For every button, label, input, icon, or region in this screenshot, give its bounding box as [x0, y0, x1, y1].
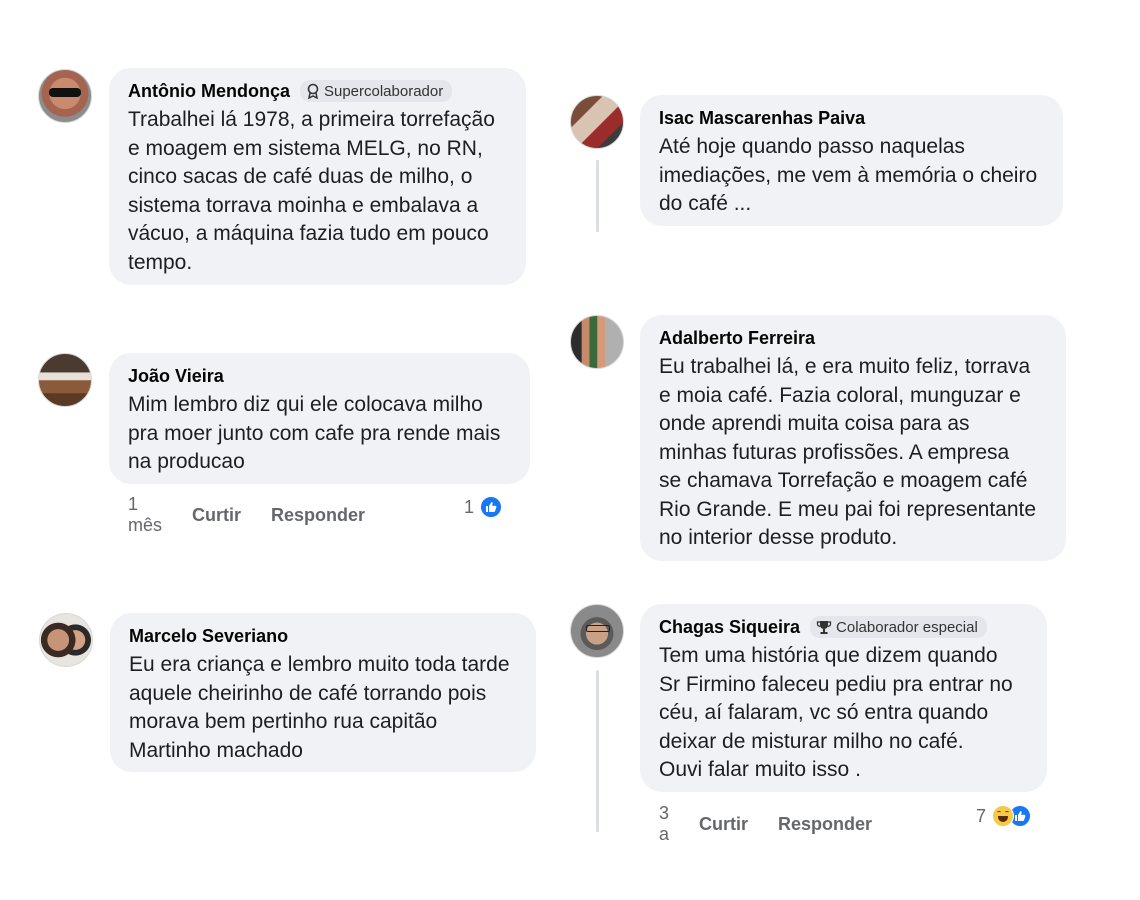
comment-bubble: Chagas Siqueira Colaborador especial Tem… [640, 604, 1047, 792]
like-icon [480, 496, 503, 518]
comment-bubble: Adalberto Ferreira Eu trabalhei lá, e er… [640, 315, 1066, 561]
comment-actions: 1 mês Curtir Responder [128, 494, 365, 536]
thread-line [596, 160, 599, 232]
badge-label: Supercolaborador [323, 82, 444, 100]
comment-timestamp[interactable]: 3 a [659, 803, 669, 845]
reaction-count: 7 [976, 805, 987, 826]
contributor-badge: Supercolaborador [299, 80, 453, 102]
comment-bubble: João Vieira Mim lembro diz qui ele coloc… [109, 353, 530, 484]
avatar[interactable] [38, 353, 92, 407]
comment-actions: 3 a Curtir Responder [659, 803, 872, 845]
reaction-summary[interactable]: 1 [464, 496, 503, 518]
award-icon [306, 83, 320, 99]
comment-author[interactable]: Chagas Siqueira [659, 617, 800, 638]
comment-text: Eu era criança e lembro muito toda tarde… [129, 653, 510, 762]
comment-bubble: Marcelo Severiano Eu era criança e lembr… [110, 613, 536, 772]
comment-author[interactable]: João Vieira [128, 366, 224, 387]
comment-bubble: Antônio Mendonça Supercolaborador Trabal… [109, 68, 526, 285]
reaction-count: 1 [464, 496, 475, 517]
comment-author[interactable]: Adalberto Ferreira [659, 328, 815, 349]
contributor-badge: Colaborador especial [810, 616, 987, 638]
avatar[interactable] [570, 604, 624, 658]
comment-text: Até hoje quando passo naquelas imediaçõe… [659, 135, 1038, 215]
like-button[interactable]: Curtir [699, 814, 748, 835]
reply-button[interactable]: Responder [271, 505, 365, 526]
comment-author[interactable]: Isac Mascarenhas Paiva [659, 108, 865, 129]
comment-bubble: Isac Mascarenhas Paiva Até hoje quando p… [640, 95, 1063, 226]
haha-icon [992, 805, 1015, 827]
comment-author[interactable]: Marcelo Severiano [129, 626, 288, 647]
thread-line [596, 670, 599, 832]
comment-text: Mim lembro diz qui ele colocava milho pr… [128, 393, 501, 473]
badge-label: Colaborador especial [836, 618, 978, 636]
avatar[interactable] [570, 315, 624, 369]
like-button[interactable]: Curtir [192, 505, 241, 526]
avatar[interactable] [39, 613, 93, 667]
comment-text: Eu trabalhei lá, e era muito feliz, torr… [659, 355, 1037, 549]
reply-button[interactable]: Responder [778, 814, 872, 835]
avatar[interactable] [38, 69, 92, 123]
avatar[interactable] [570, 95, 624, 149]
comment-text: Trabalhei lá 1978, a primeira torrefação… [128, 108, 495, 274]
reaction-summary[interactable]: 7 [976, 805, 1032, 827]
comment-author[interactable]: Antônio Mendonça [128, 81, 290, 102]
trophy-icon [816, 619, 832, 635]
comment-text: Tem uma história que dizem quando Sr Fir… [659, 644, 1013, 781]
comment-timestamp[interactable]: 1 mês [128, 494, 162, 536]
